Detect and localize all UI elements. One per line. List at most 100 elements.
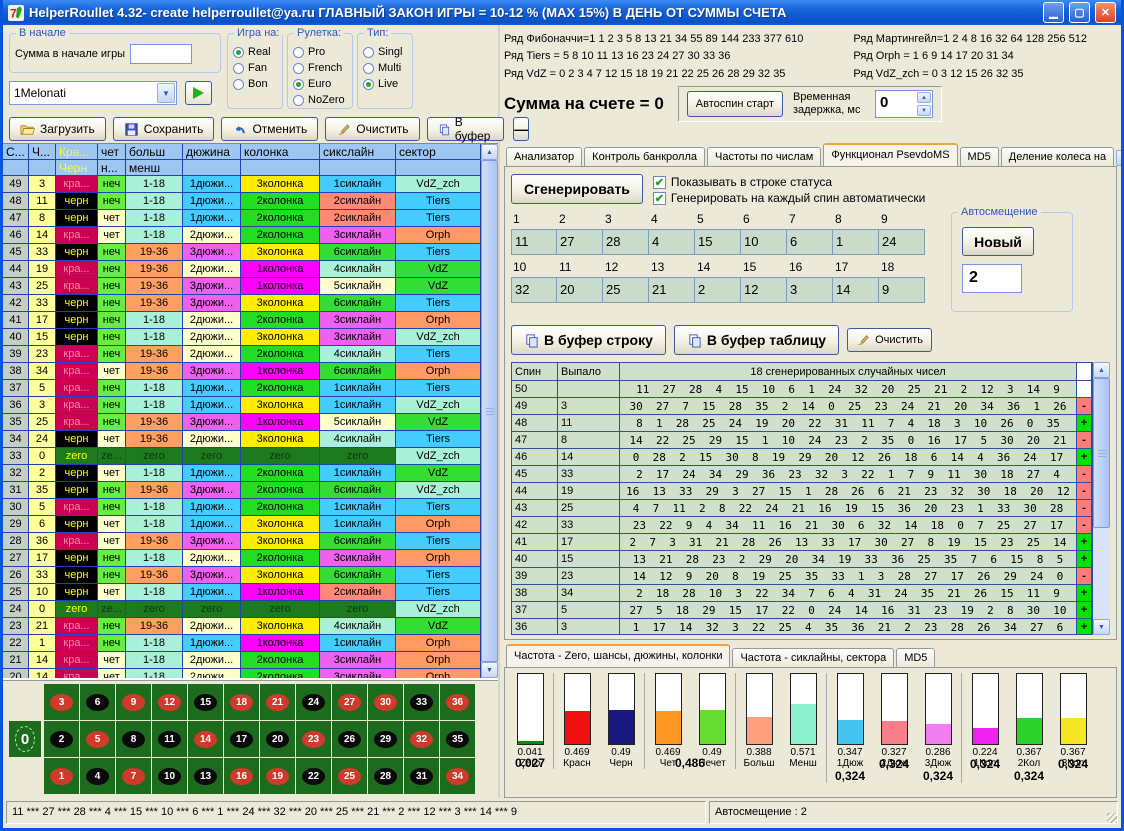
generated-table-row[interactable]: 38342 18 28 10 3 22 34 7 6 4 31 24 35 21… <box>512 585 1092 602</box>
radio-option-bon[interactable]: Bon <box>233 76 278 92</box>
board-number-cell[interactable]: 36 <box>440 684 475 720</box>
board-zero-cell[interactable]: 0 <box>9 721 41 757</box>
clear-button[interactable]: Очистить <box>325 117 419 141</box>
spin-table-row[interactable]: 330zeroze...zerozerozerozeroVdZ_zch <box>3 448 481 465</box>
radio-option-euro[interactable]: Euro <box>293 76 348 92</box>
board-number-cell[interactable]: 21 <box>260 684 295 720</box>
tab-анализатор[interactable]: Анализатор <box>506 147 582 166</box>
radio-option-real[interactable]: Real <box>233 44 278 60</box>
board-number-cell[interactable]: 33 <box>404 684 439 720</box>
spin-table-row[interactable]: 363кра...неч1-181дюжи...3колонка1сиклайн… <box>3 397 481 414</box>
tab-контроль-банкролла[interactable]: Контроль банкролла <box>584 147 705 166</box>
checkbox-icon[interactable]: ✔ <box>653 176 666 189</box>
board-number-cell[interactable]: 12 <box>152 684 187 720</box>
generated-table-row[interactable]: 46140 28 2 15 30 8 19 29 20 12 26 18 6 1… <box>512 449 1092 466</box>
load-button[interactable]: Загрузить <box>9 117 106 141</box>
clear-generated-button[interactable]: Очистить <box>847 328 932 352</box>
board-number-cell[interactable]: 10 <box>152 758 187 794</box>
spin-table-row[interactable]: 2836кра...чет19-363дюжи...3колонка6сикла… <box>3 533 481 550</box>
spin-table-row[interactable]: 322чернчет1-181дюжи...2колонка1сиклайнVd… <box>3 465 481 482</box>
generated-table-row[interactable]: 423323 22 9 4 34 11 16 21 30 6 32 14 18 … <box>512 517 1092 534</box>
shift-value-input[interactable]: 2 <box>962 264 1022 293</box>
board-number-cell[interactable]: 30 <box>368 684 403 720</box>
board-number-cell[interactable]: 14 <box>188 721 223 757</box>
board-number-cell[interactable]: 28 <box>368 758 403 794</box>
board-number-cell[interactable]: 11 <box>152 721 187 757</box>
generated-table-row[interactable]: 49330 27 7 15 28 35 2 14 0 25 23 24 21 2… <box>512 398 1092 415</box>
tabs-scroll-left-icon[interactable]: ◀ <box>1116 150 1121 166</box>
to-buffer-button[interactable]: В буфер <box>427 117 505 141</box>
spin-table-scrollbar[interactable]: ▲ ▼ <box>481 144 498 678</box>
checkbox-icon[interactable]: ✔ <box>653 192 666 205</box>
scroll-down-icon[interactable]: ▼ <box>1093 619 1110 635</box>
board-number-cell[interactable]: 24 <box>296 684 331 720</box>
tab-частоты-по-числам[interactable]: Частоты по числам <box>707 147 821 166</box>
board-number-cell[interactable]: 16 <box>224 758 259 794</box>
board-number-cell[interactable]: 32 <box>404 721 439 757</box>
board-number-cell[interactable]: 20 <box>260 721 295 757</box>
save-button[interactable]: Сохранить <box>113 117 215 141</box>
spin-table-row[interactable]: 493кра...неч1-181дюжи...3колонка1сиклайн… <box>3 176 481 193</box>
generated-table-scrollbar[interactable]: ▲ ▼ <box>1093 362 1110 635</box>
generated-table-row[interactable]: 47814 22 25 29 15 1 10 24 23 2 35 0 16 1… <box>512 432 1092 449</box>
tab-деление-колеса-на[interactable]: Деление колеса на <box>1001 147 1114 166</box>
undo-button[interactable]: Отменить <box>221 117 318 141</box>
start-sum-input[interactable] <box>130 44 192 64</box>
spin-table-row[interactable]: 2717черннеч1-182дюжи...2колонка3сиклайнO… <box>3 550 481 567</box>
radio-option-singl[interactable]: Singl <box>363 44 408 60</box>
close-button[interactable]: ✕ <box>1095 2 1116 23</box>
spin-table-row[interactable]: 4419кра...неч19-362дюжи...1колонка4сикла… <box>3 261 481 278</box>
spin-table-row[interactable]: 4233черннеч19-363дюжи...3колонка6сиклайн… <box>3 295 481 312</box>
generate-each-spin-checkbox[interactable]: ✔ Генерировать на каждый спин автоматиче… <box>653 191 925 205</box>
spin-table-row[interactable]: 3923кра...неч19-362дюжи...2колонка4сикла… <box>3 346 481 363</box>
spin-table-row[interactable]: 305кра...неч1-181дюжи...2колонка1сиклайн… <box>3 499 481 516</box>
show-in-status-checkbox[interactable]: ✔ Показывать в строке статуса <box>653 175 925 189</box>
spin-table-row[interactable]: 4325кра...неч19-363дюжи...1колонка5сикла… <box>3 278 481 295</box>
board-number-cell[interactable]: 3 <box>44 684 79 720</box>
board-number-cell[interactable]: 4 <box>80 758 115 794</box>
radio-option-french[interactable]: French <box>293 60 348 76</box>
autospin-start-button[interactable]: Автоспин старт <box>687 91 783 117</box>
board-number-cell[interactable]: 31 <box>404 758 439 794</box>
spin-table-row[interactable]: 2321кра...неч19-362дюжи...3колонка4сикла… <box>3 618 481 635</box>
spin-table-row[interactable]: 240zeroze...zerozerozerozeroVdZ_zch <box>3 601 481 618</box>
board-number-cell[interactable]: 9 <box>116 684 151 720</box>
maximize-button[interactable]: ▢ <box>1069 2 1090 23</box>
generated-table-row[interactable]: 48118 1 28 25 24 19 20 22 31 11 7 4 18 3… <box>512 415 1092 432</box>
board-number-cell[interactable]: 6 <box>80 684 115 720</box>
board-number-cell[interactable]: 17 <box>224 721 259 757</box>
profile-combobox[interactable]: 1Melonati ▼ <box>9 81 177 105</box>
scroll-up-icon[interactable]: ▲ <box>1093 362 1110 378</box>
generated-table-row[interactable]: 3631 17 14 32 3 22 25 4 35 36 21 2 23 28… <box>512 619 1092 635</box>
buffer-table-button[interactable]: В буфер таблицу <box>674 325 839 355</box>
radio-option-multi[interactable]: Multi <box>363 60 408 76</box>
board-number-cell[interactable]: 15 <box>188 684 223 720</box>
spin-table-row[interactable]: 2510чернчет1-181дюжи...1колонка2сиклайнT… <box>3 584 481 601</box>
spin-table-row[interactable]: 4614кра...чет1-182дюжи...2колонка3сиклай… <box>3 227 481 244</box>
board-number-cell[interactable]: 8 <box>116 721 151 757</box>
board-number-cell[interactable]: 7 <box>116 758 151 794</box>
board-number-cell[interactable]: 13 <box>188 758 223 794</box>
tab-функционал-psevdoms[interactable]: Функционал PsevdoMS <box>823 143 957 166</box>
spin-table-row[interactable]: 2633черннеч19-363дюжи...3колонка6сиклайн… <box>3 567 481 584</box>
board-number-cell[interactable]: 5 <box>80 721 115 757</box>
radio-option-pro[interactable]: Pro <box>293 44 348 60</box>
scroll-down-icon[interactable]: ▼ <box>481 662 498 678</box>
spin-table-row[interactable]: 2014кра...чет1-182дюжи...2колонка3сиклай… <box>3 669 481 678</box>
generated-table-row[interactable]: 37527 5 18 29 15 17 22 0 24 14 16 31 23 … <box>512 602 1092 619</box>
radio-option-live[interactable]: Live <box>363 76 408 92</box>
scrollbar-thumb[interactable] <box>481 160 498 662</box>
new-shift-button[interactable]: Новый <box>962 227 1034 256</box>
board-number-cell[interactable]: 27 <box>332 684 367 720</box>
spin-down-icon[interactable]: ▼ <box>917 105 931 116</box>
spin-table-row[interactable]: 4811черннеч1-181дюжи...2колонка2сиклайнT… <box>3 193 481 210</box>
generated-table-row[interactable]: 401513 21 28 23 2 29 20 34 19 33 36 25 3… <box>512 551 1092 568</box>
spin-table-row[interactable]: 221кра...неч1-181дюжи...1колонка1сиклайн… <box>3 635 481 652</box>
board-number-cell[interactable]: 23 <box>296 721 331 757</box>
spin-table-row[interactable]: 3834кра...чет19-363дюжи...1колонка6сикла… <box>3 363 481 380</box>
generated-table-row[interactable]: 41172 7 3 31 21 28 26 13 33 17 30 27 8 1… <box>512 534 1092 551</box>
generated-table-row[interactable]: 441916 13 33 29 3 27 15 1 28 26 6 21 23 … <box>512 483 1092 500</box>
spin-table-row[interactable]: 3525кра...неч19-363дюжи...1колонка5сикла… <box>3 414 481 431</box>
spin-table-row[interactable]: 2114кра...чет1-182дюжи...2колонка3сиклай… <box>3 652 481 669</box>
freq-tab-частота-сиклайны-сектора[interactable]: Частота - сиклайны, сектора <box>732 648 894 667</box>
